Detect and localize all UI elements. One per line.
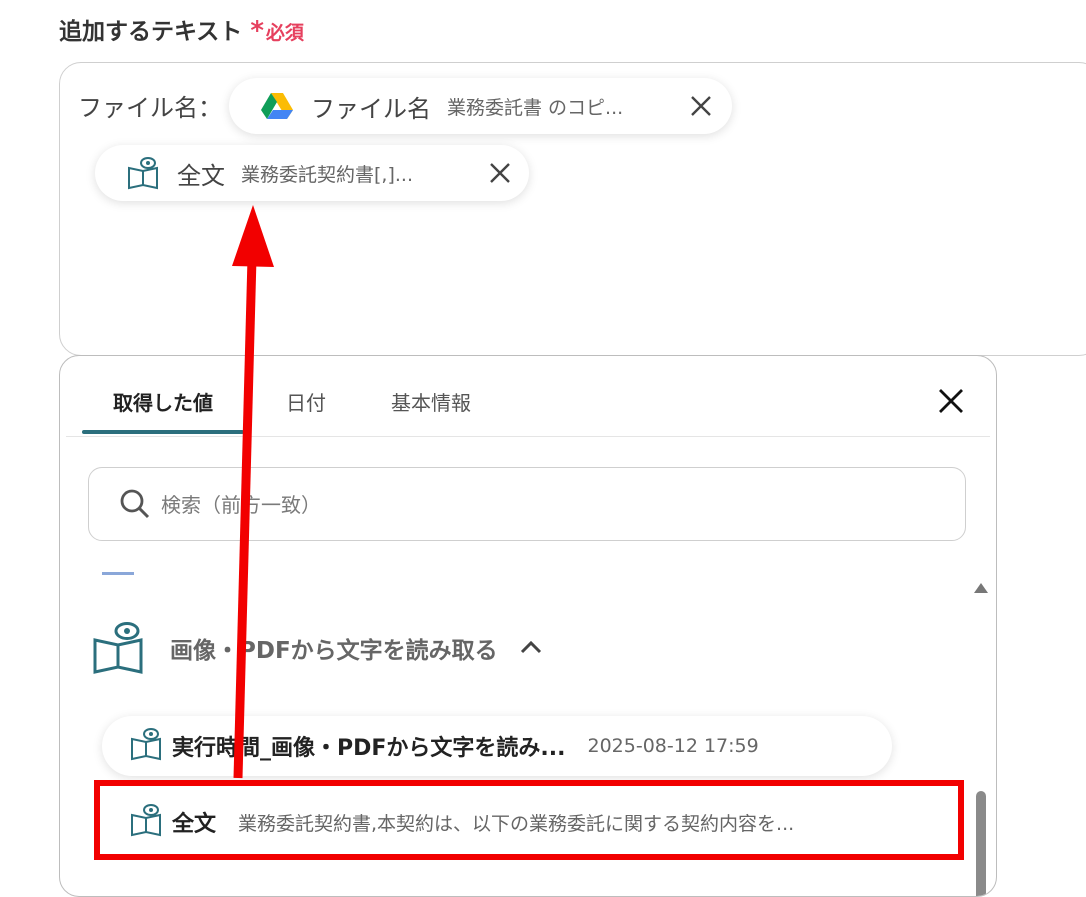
scrollbar-thumb[interactable] — [976, 791, 986, 896]
variable-chip-full-text[interactable]: 全文 業務委託契約書[,]... — [95, 145, 529, 201]
variable-chip-file-name[interactable]: ファイル名 業務委託書 のコピ... — [229, 78, 732, 134]
required-mark: * — [250, 16, 264, 46]
section-title: 追加するテキスト * 必須 — [59, 12, 304, 46]
item-title: 実行時間_画像・PDFから文字を読み... — [172, 736, 566, 761]
value-picker-panel: 取得した値 日付 基本情報 画像・PDFから文字を読み取る — [59, 355, 997, 897]
tab-acquired-values[interactable]: 取得した値 — [113, 387, 213, 416]
item-title: 全文 — [172, 812, 217, 837]
search-box — [88, 467, 966, 541]
list-item-execution-time[interactable]: 実行時間_画像・PDFから文字を読み... 2025-08-12 17:59 — [102, 716, 892, 776]
list-divider — [102, 572, 134, 575]
active-tab-indicator — [82, 430, 244, 434]
required-label: 必須 — [265, 22, 304, 44]
close-icon[interactable] — [488, 161, 512, 185]
group-header[interactable]: 画像・PDFから文字を読み取る — [92, 620, 542, 676]
chip-value: 業務委託書 のコピ... — [447, 96, 624, 119]
close-icon[interactable] — [689, 94, 713, 118]
search-icon — [119, 488, 151, 524]
section-title-text: 追加するテキスト — [59, 19, 243, 45]
tab-date[interactable]: 日付 — [286, 387, 326, 416]
chip-value: 業務委託契約書[,]... — [241, 163, 413, 186]
list-item-full-text[interactable]: 全文 業務委託契約書,本契約は、以下の業務委託に関する契約内容を... — [102, 792, 962, 852]
tab-basic-info[interactable]: 基本情報 — [391, 387, 471, 416]
item-value: 業務委託契約書,本契約は、以下の業務委託に関する契約内容を... — [238, 812, 795, 835]
search-input[interactable] — [159, 486, 923, 524]
item-value: 2025-08-12 17:59 — [587, 735, 759, 757]
close-icon[interactable] — [936, 386, 966, 416]
book-eye-icon — [130, 727, 162, 765]
book-eye-icon — [130, 803, 162, 841]
chip-title: 全文 — [177, 161, 225, 190]
scroll-up-arrow-icon[interactable] — [974, 578, 988, 597]
tab-divider — [66, 436, 990, 437]
chip-title: ファイル名 — [311, 94, 431, 123]
book-eye-icon — [92, 620, 144, 676]
google-drive-icon — [261, 92, 293, 120]
group-label: 画像・PDFから文字を読み取る — [170, 638, 498, 664]
static-text-label: ファイル名： — [78, 94, 222, 122]
chevron-up-icon[interactable] — [520, 639, 542, 658]
book-eye-icon — [127, 156, 159, 190]
